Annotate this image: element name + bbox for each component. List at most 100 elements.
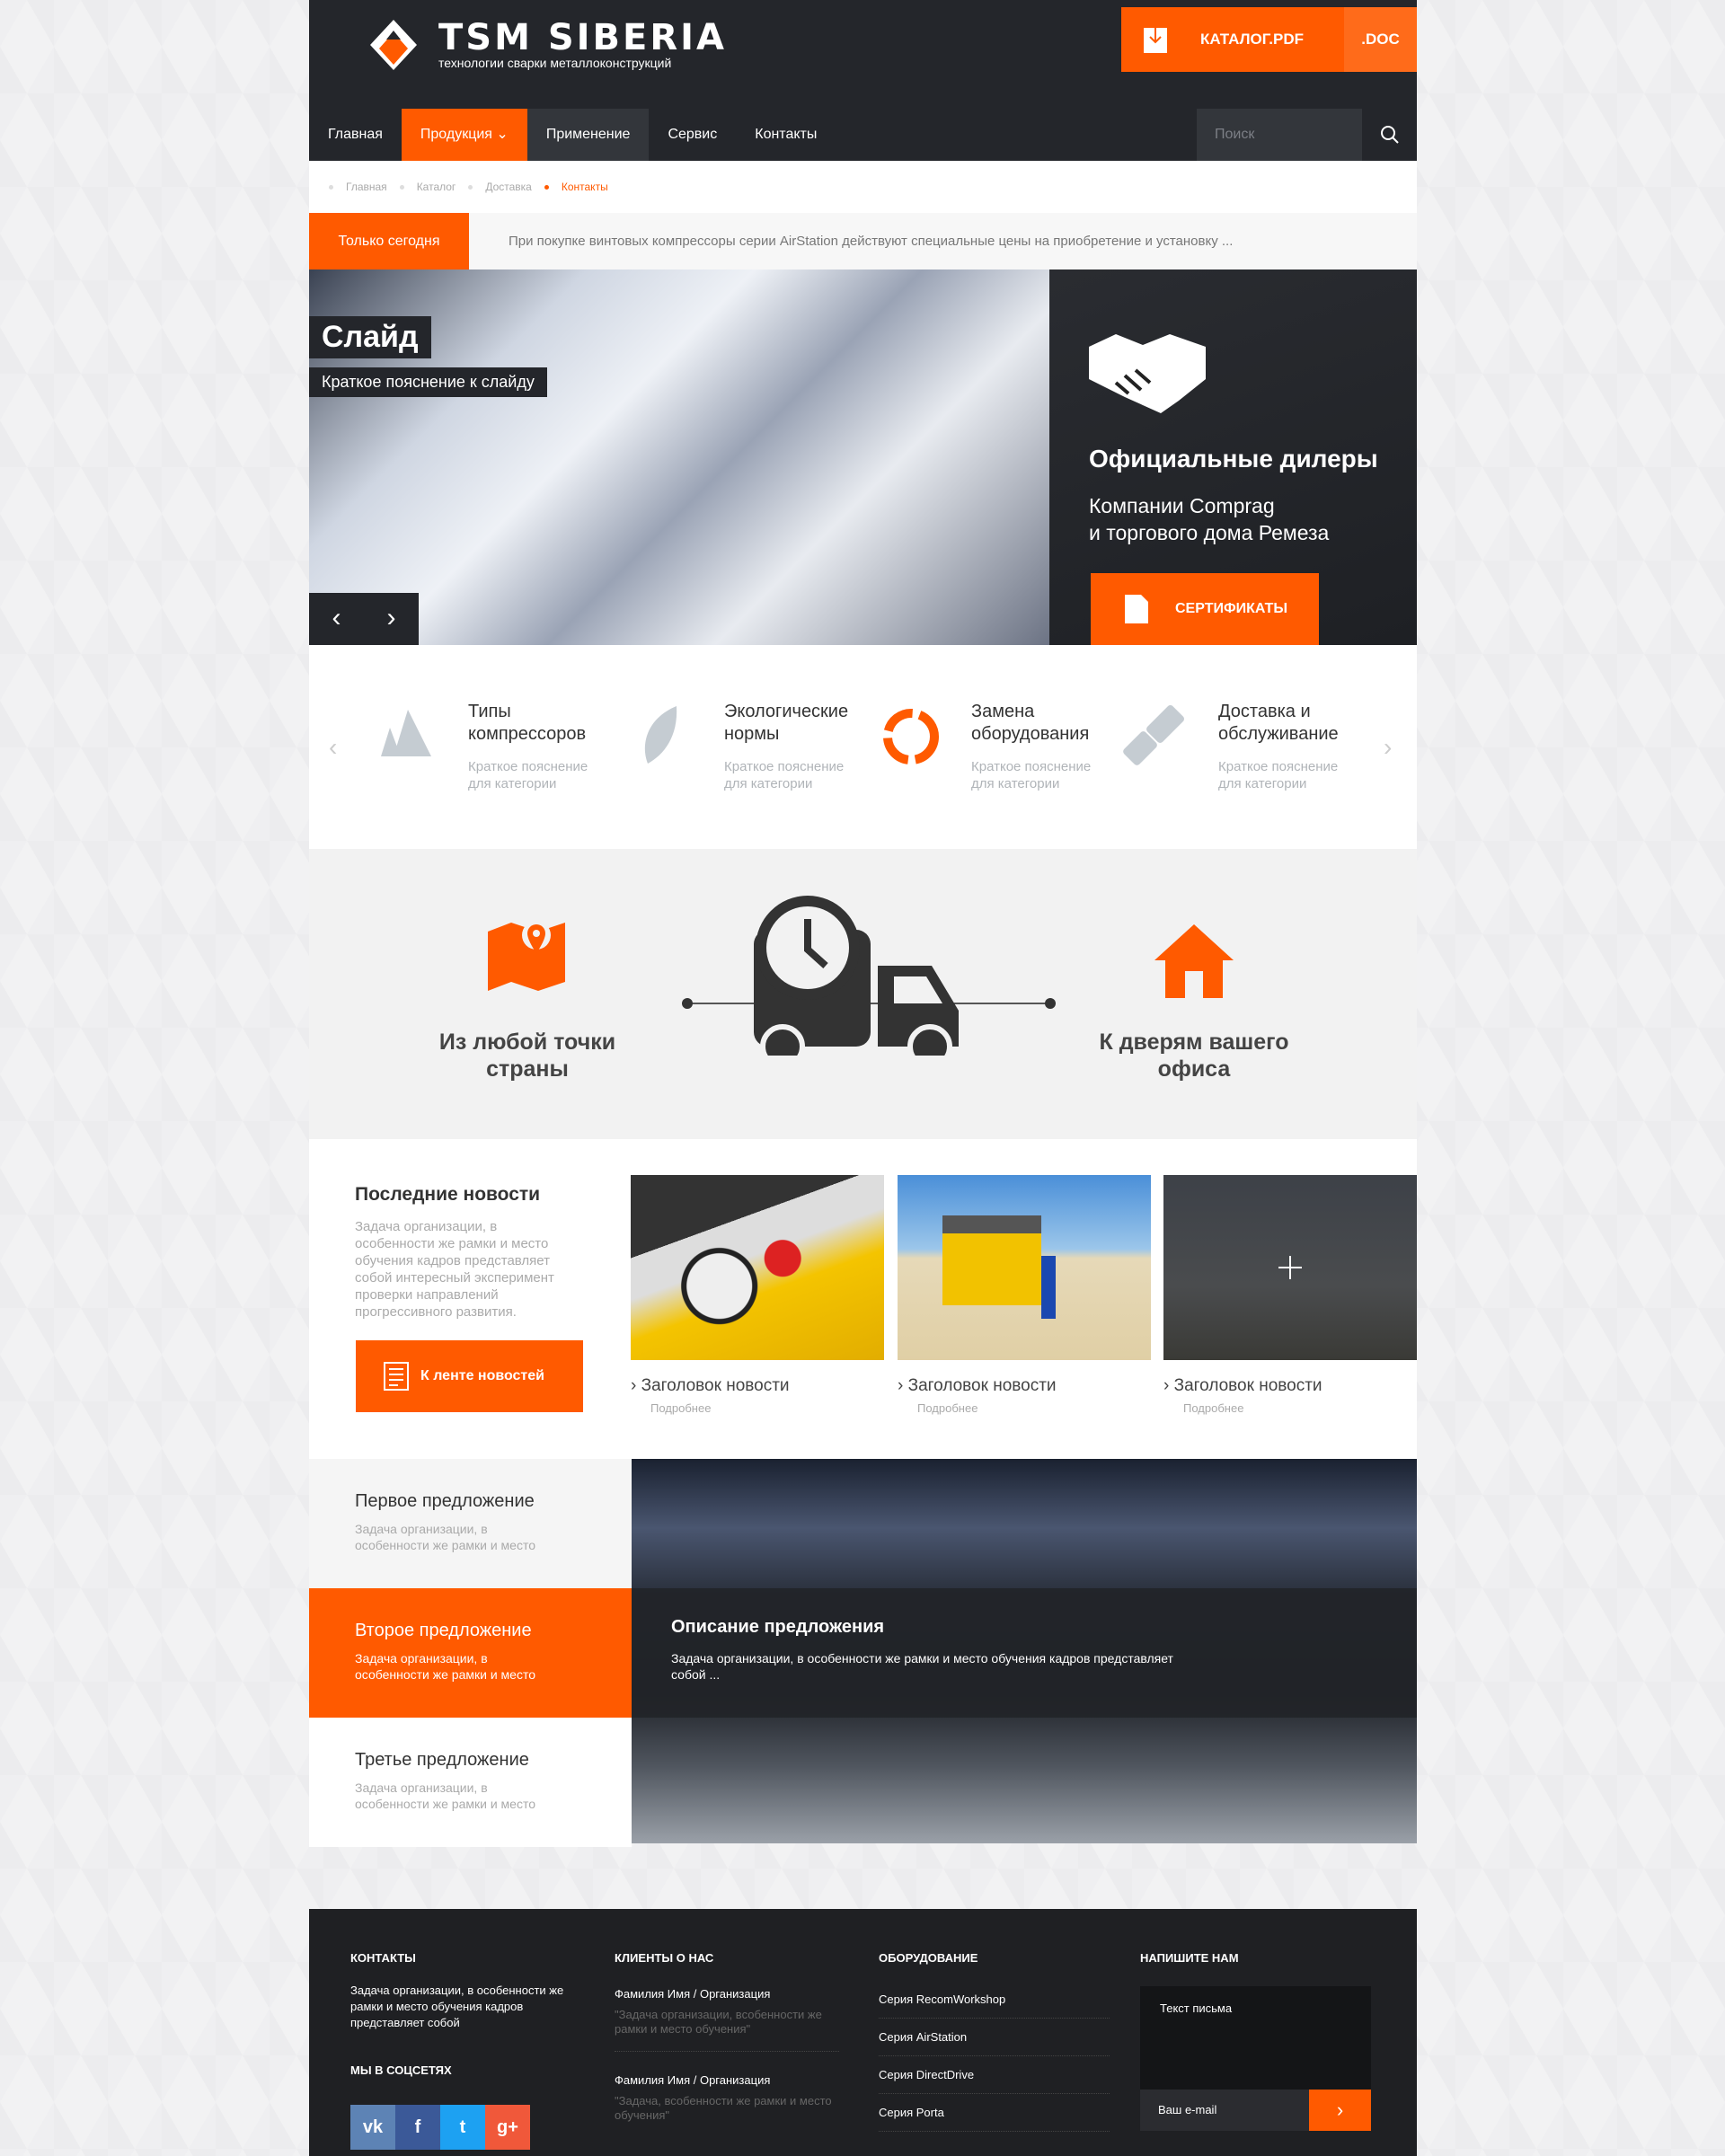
promo-text[interactable]: При покупке винтовых компрессоры серии A… (509, 213, 1233, 270)
promo-label: Только сегодня (309, 213, 469, 270)
footer-equipment-heading: ОБОРУДОВАНИЕ (879, 1951, 978, 1965)
categories: ‹ › Типы компрессоров Краткое пояснение д… (309, 645, 1417, 849)
news-feed-button[interactable]: К ленте новостей (356, 1340, 583, 1412)
offer-tab[interactable]: Первое предложение Задача организации, в … (309, 1459, 632, 1588)
categories-prev-icon[interactable]: ‹ (329, 733, 337, 762)
certificates-label: СЕРТИФИКАТЫ (1175, 601, 1288, 616)
slider-next-button[interactable]: › (364, 593, 419, 645)
news-title: Последние новости (355, 1184, 541, 1205)
client-name: Фамилия Имя / Организация (615, 1987, 771, 2001)
search-input[interactable]: Поиск (1197, 109, 1362, 161)
offer-title: Первое предложение (355, 1491, 535, 1511)
news-image[interactable] (1163, 1175, 1417, 1360)
hero-slider: Слайд Краткое пояснение к слайду ‹ › (309, 270, 1049, 645)
google-plus-icon[interactable]: g+ (485, 2105, 530, 2150)
dealers-line1: Компании Comprag (1089, 494, 1275, 517)
category-desc: Краткое пояснение для категории (468, 759, 588, 791)
footer: КОНТАКТЫ Задача организации, в особеннос… (309, 1909, 1417, 2156)
nav-home[interactable]: Главная (309, 109, 402, 161)
twitter-icon[interactable]: t (440, 2105, 485, 2150)
nav-products[interactable]: Продукция ⌄ (401, 109, 527, 161)
categories-next-icon[interactable]: › (1384, 733, 1392, 762)
client-review: Фамилия Имя / Организация "Задача организ… (615, 1986, 839, 2052)
certificates-button[interactable]: СЕРТИФИКАТЫ (1091, 573, 1319, 645)
offer-title: Третье предложение (355, 1750, 529, 1770)
slider-prev-button[interactable]: ‹ (309, 593, 364, 645)
client-quote: "Задача, всобенности же рамки и место об… (615, 2094, 832, 2122)
offer-detail-title: Описание предложения (671, 1617, 885, 1637)
news-item-title-text: Заголовок новости (1173, 1376, 1322, 1395)
dealers-title: Официальные дилеры (1089, 445, 1378, 473)
breadcrumb: Главная Каталог Доставка Контакты (309, 161, 1417, 213)
news-desc: Задача организации, в особенности же рам… (355, 1219, 554, 1320)
category-desc: Краткое пояснение для категории (971, 759, 1092, 791)
client-review: Фамилия Имя / Организация "Задача, всобен… (615, 2072, 839, 2123)
crumb-catalog[interactable]: Каталог (417, 181, 456, 193)
offer-tab[interactable]: Третье предложение Задача организации, в … (309, 1718, 632, 1847)
nav-service[interactable]: Сервис (649, 109, 736, 161)
house-icon (1154, 924, 1234, 998)
slide-title: Слайд (309, 316, 431, 358)
news-image[interactable] (631, 1175, 884, 1360)
nav-application[interactable]: Применение (526, 109, 650, 161)
catalog-pdf-button[interactable]: КАТАЛОГ.PDF (1121, 7, 1344, 72)
news-item-title[interactable]: › Заголовок новости (898, 1376, 1151, 1396)
facebook-icon[interactable]: f (395, 2105, 440, 2150)
catalog-doc-button[interactable]: .DOC (1344, 7, 1417, 72)
footer-contacts-heading: КОНТАКТЫ (350, 1951, 416, 1965)
category-desc: Краткое пояснение для категории (1218, 759, 1339, 791)
social-links: vk f t g+ (350, 2105, 530, 2150)
promo-bar: Только сегодня При покупке винтовых комп… (309, 213, 1417, 270)
offer-desc: Задача организации, в особенности же рам… (355, 1651, 535, 1682)
category-title: Экологические нормы (724, 702, 849, 744)
equipment-link[interactable]: Серия RecomWorkshop (879, 1981, 1110, 2019)
email-input[interactable]: Ваш e-mail (1140, 2090, 1309, 2131)
equipment-link[interactable]: Серия Porta (879, 2094, 1110, 2132)
nav-contacts[interactable]: Контакты (736, 109, 836, 161)
client-name: Фамилия Имя / Организация (615, 2073, 771, 2087)
news-more-link[interactable]: Подробнее (898, 1401, 1151, 1415)
footer-clients-heading: КЛИЕНТЫ О НАС (615, 1951, 714, 1965)
equipment-link[interactable]: Серия AirStation (879, 2019, 1110, 2056)
slide-caption: Краткое пояснение к слайду (309, 367, 547, 397)
logo-icon (370, 20, 417, 70)
news-item-title[interactable]: › Заголовок новости (631, 1376, 884, 1396)
offer-detail: Описание предложения Задача организации, … (632, 1588, 1417, 1718)
equipment-links: Серия RecomWorkshop Серия AirStation Сер… (879, 1981, 1110, 2132)
news-more-link[interactable]: Подробнее (631, 1401, 884, 1415)
category-desc: Краткое пояснение для категории (724, 759, 845, 791)
crumb-current: Контакты (561, 181, 608, 193)
crumb-delivery[interactable]: Доставка (485, 181, 532, 193)
offer-title: Второе предложение (355, 1621, 532, 1640)
news-card[interactable]: › Заголовок новости Подробнее (1163, 1175, 1417, 1415)
delivery-to-text: К дверям вашего офиса (1099, 1029, 1289, 1082)
header: TSM SIBERIA технологии сварки металлоконс… (309, 0, 1417, 109)
news-section: Последние новости Задача организации, в … (309, 1139, 1417, 1459)
news-more-link[interactable]: Подробнее (1163, 1401, 1417, 1415)
news-card[interactable]: › Заголовок новости Подробнее (898, 1175, 1151, 1415)
news-card[interactable]: › Заголовок новости Подробнее (631, 1175, 884, 1415)
message-textarea[interactable]: Текст письма (1140, 1986, 1371, 2090)
news-image[interactable] (898, 1175, 1151, 1360)
logo[interactable]: TSM SIBERIA технологии сварки металлоконс… (368, 18, 727, 72)
footer-write-heading: НАПИШИТЕ НАМ (1140, 1951, 1239, 1965)
offer-desc: Задача организации, в особенности же рам… (355, 1780, 535, 1811)
send-button[interactable]: › (1309, 2090, 1371, 2131)
search-icon (1380, 126, 1399, 144)
offer-tab-active[interactable]: Второе предложение Задача организации, в … (309, 1588, 632, 1718)
equipment-link[interactable]: Серия DirectDrive (879, 2056, 1110, 2094)
search-button[interactable] (1362, 109, 1417, 161)
vk-icon[interactable]: vk (350, 2105, 395, 2150)
news-item-title-text: Заголовок новости (641, 1376, 790, 1395)
bullet (399, 184, 404, 190)
chevron-down-icon: ⌄ (496, 127, 509, 142)
map-pin-icon (488, 921, 565, 991)
category-title: Замена оборудования (971, 702, 1090, 744)
leaf-icon (644, 706, 677, 764)
offers-section: Первое предложение Задача организации, в … (309, 1459, 1417, 1847)
crumb-home[interactable]: Главная (346, 181, 387, 193)
dealers-line2: и торгового дома Ремеза (1089, 521, 1330, 544)
news-item-title[interactable]: › Заголовок новости (1163, 1376, 1417, 1396)
bullet (329, 184, 333, 190)
document-icon (1125, 595, 1148, 623)
